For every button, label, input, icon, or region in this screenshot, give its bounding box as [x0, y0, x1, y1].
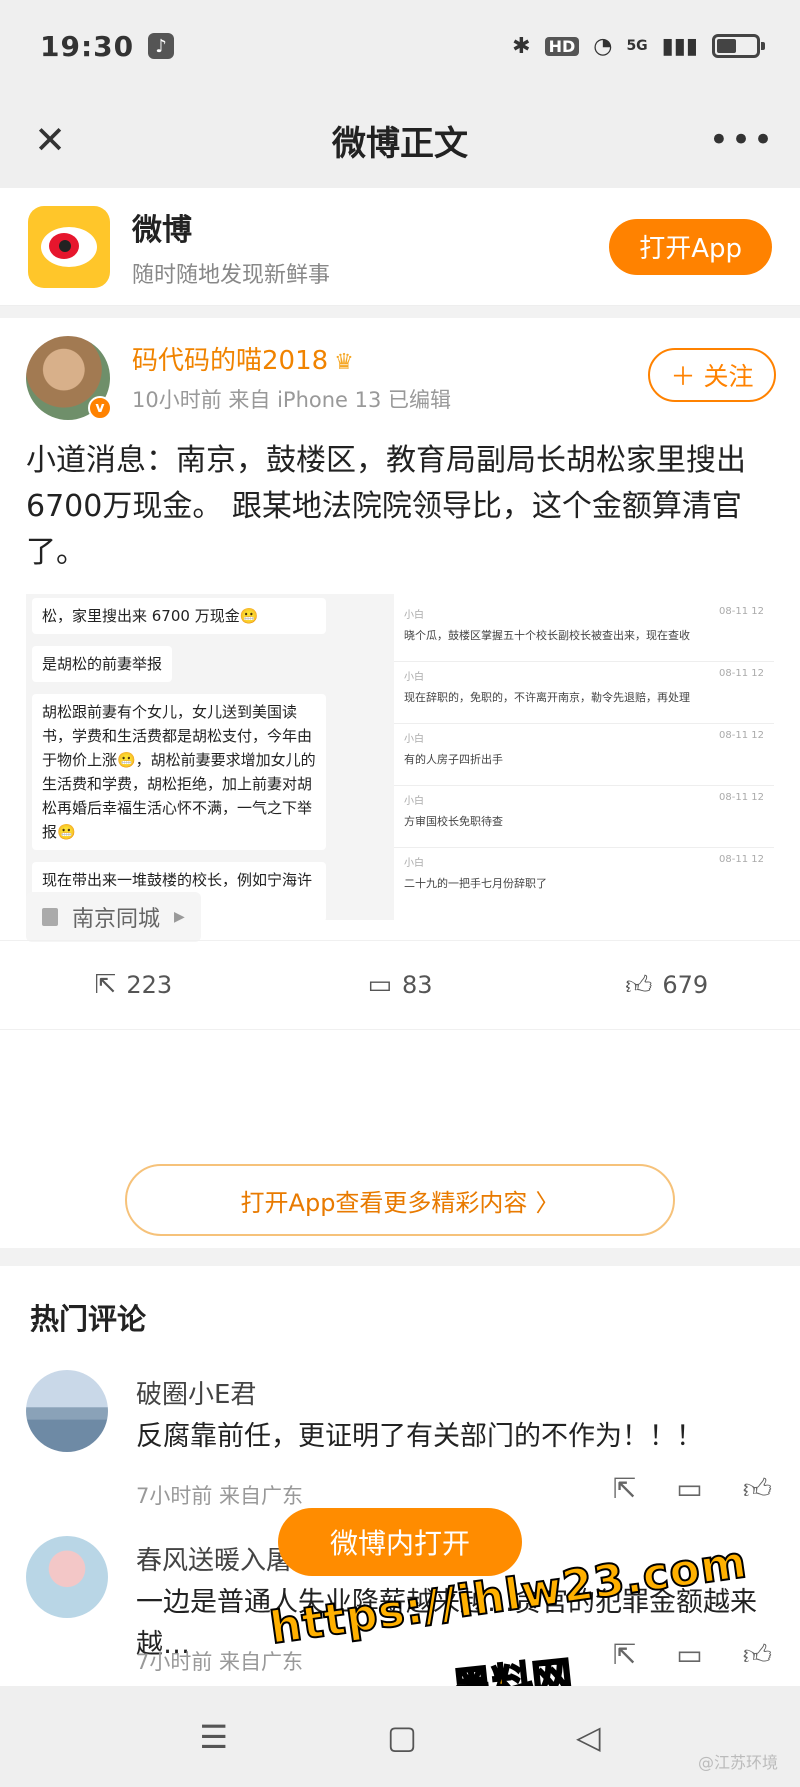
chevron-right-icon: 〉 [535, 1188, 560, 1217]
avatar[interactable] [26, 1536, 108, 1618]
thumbs-up-icon[interactable]: 👍︎ [743, 1472, 772, 1506]
network-label: 5G [626, 38, 648, 54]
comment-icon[interactable]: ▭ [676, 1472, 702, 1506]
chat-screenshot-left: 松，家里搜出来 6700 万现金😬 是胡松的前妻举报 胡松跟前妻有个女儿，女儿送… [26, 594, 326, 920]
battery-icon [712, 34, 765, 58]
tiktok-icon: ♪ [148, 33, 175, 59]
banner-title: 微博 [132, 212, 192, 248]
comments-title: 热门评论 [30, 1302, 147, 1336]
status-bar: 19:30 ♪ ✱ HD ◔ 5G ▮▮▮ [0, 0, 800, 92]
follow-button[interactable]: ＋ 关注 [648, 348, 776, 402]
comment-icon: ▭ [367, 970, 393, 1000]
hd-badge: HD [544, 36, 580, 56]
battery-fill [717, 39, 736, 53]
comment-meta: 7小时前 来自广东 [136, 1484, 304, 1508]
app-banner: 微博 随时随地发现新鲜事 打开App [0, 188, 800, 306]
post-image[interactable]: 松，家里搜出来 6700 万现金😬 是胡松的前妻举报 胡松跟前妻有个女儿，女儿送… [26, 594, 774, 920]
share-icon[interactable]: ⇱ [613, 1638, 636, 1672]
comment-actions: ⇱ ▭ 👍︎ [613, 1472, 772, 1506]
more-icon[interactable]: ••• [709, 112, 773, 168]
comment-button[interactable]: ▭ 83 [267, 970, 534, 1000]
menu-icon[interactable]: ☰ [199, 1718, 228, 1756]
chat-bubble: 松，家里搜出来 6700 万现金😬 [32, 598, 326, 634]
open-app-button[interactable]: 打开App [609, 218, 772, 275]
post-text: 小道消息：南京，鼓楼区，教育局副局长胡松家里搜出6700万现金。 跟某地法院院领… [26, 443, 746, 570]
post-meta: 10小时前 来自 iPhone 13 已编辑 [132, 388, 452, 412]
chat-row: 小白 08-11 12 有的人房子四折出手 [394, 724, 774, 786]
verified-icon: v [88, 396, 112, 420]
comment-text: 反腐靠前任，更证明了有关部门的不作为！！！ [136, 1421, 703, 1452]
open-in-weibo-button[interactable]: 微博内打开 [278, 1508, 522, 1576]
post-actions: ⇱ 223 ▭ 83 👍︎ 679 [0, 940, 800, 1030]
chat-row: 小白 08-11 12 现在辞职的，免职的，不许离开南京，勒令先退赔，再处理 [394, 662, 774, 724]
avatar[interactable] [26, 1370, 108, 1452]
chevron-right-icon: ▶ [174, 909, 185, 925]
building-icon [42, 908, 58, 926]
comment-actions: ⇱ ▭ 👍︎ [613, 1638, 772, 1672]
back-icon[interactable]: ◁ [576, 1718, 601, 1756]
corner-watermark: @江苏环境 [697, 1753, 778, 1772]
system-nav-bar: ☰ ▢ ◁ @江苏环境 [0, 1686, 800, 1787]
thumbs-up-icon: 👍︎ [625, 970, 653, 1001]
chat-bubble: 是胡松的前妻举报 [32, 646, 173, 682]
comment-item: 破圈小E君 反腐靠前任，更证明了有关部门的不作为！！！ 7小时前 来自广东 ⇱ … [0, 1370, 800, 1520]
page-title: 微博正文 [332, 123, 468, 164]
location-tag[interactable]: 南京同城 ▶ [26, 892, 201, 942]
wifi-icon: ◔ [593, 33, 613, 59]
share-icon: ⇱ [94, 970, 117, 1000]
location-label: 南京同城 [72, 907, 161, 932]
chat-row: 小白 08-11 12 二十九的一把手七月份辞职了 [404, 854, 764, 890]
like-button[interactable]: 👍︎ 679 [533, 970, 800, 1001]
chat-screenshot-right: 小白 08-11 12 晓个瓜，鼓楼区掌握五十个校长副校长被查出来，现在查收 小白… [394, 594, 774, 920]
status-time: 19:30 [40, 29, 135, 63]
repost-button[interactable]: ⇱ 223 [0, 970, 267, 1000]
banner-subtitle: 随时随地发现新鲜事 [132, 262, 331, 288]
view-more-button[interactable]: 打开App查看更多精彩内容〉 [125, 1164, 675, 1236]
author-name[interactable]: 码代码的喵2018 ♛ [132, 340, 354, 377]
crown-icon: ♛ [334, 350, 354, 375]
share-icon[interactable]: ⇱ [613, 1472, 636, 1506]
chat-bubble: 胡松跟前妻有个女儿，女儿送到美国读书，学费和生活费都是胡松支付，今年由于物价上涨… [32, 694, 326, 850]
chat-row: 小白 08-11 12 方审国校长免职待查 [394, 786, 774, 848]
comment-author[interactable]: 春风送暖入屠 [136, 1540, 292, 1577]
bluetooth-icon: ✱ [512, 33, 531, 59]
nav-bar: ✕ 微博正文 ••• [0, 92, 800, 188]
chat-row: 小白 08-11 12 晓个瓜，鼓楼区掌握五十个校长副校长被查出来，现在查收 [394, 600, 774, 662]
signal-icon: ▮▮▮ [661, 33, 698, 59]
status-icons: ✱ HD ◔ 5G ▮▮▮ [512, 33, 765, 59]
comment-icon[interactable]: ▭ [676, 1638, 702, 1672]
author-row: v 码代码的喵2018 ♛ 10小时前 来自 iPhone 13 已编辑 ＋ 关注 [0, 318, 800, 420]
thumbs-up-icon[interactable]: 👍︎ [743, 1638, 772, 1672]
post-card: v 码代码的喵2018 ♛ 10小时前 来自 iPhone 13 已编辑 ＋ 关注… [0, 318, 800, 1078]
weibo-logo-icon [28, 205, 110, 288]
comment-author[interactable]: 破圈小E君 [136, 1374, 256, 1411]
home-icon[interactable]: ▢ [387, 1718, 417, 1756]
close-icon[interactable]: ✕ [22, 112, 78, 168]
